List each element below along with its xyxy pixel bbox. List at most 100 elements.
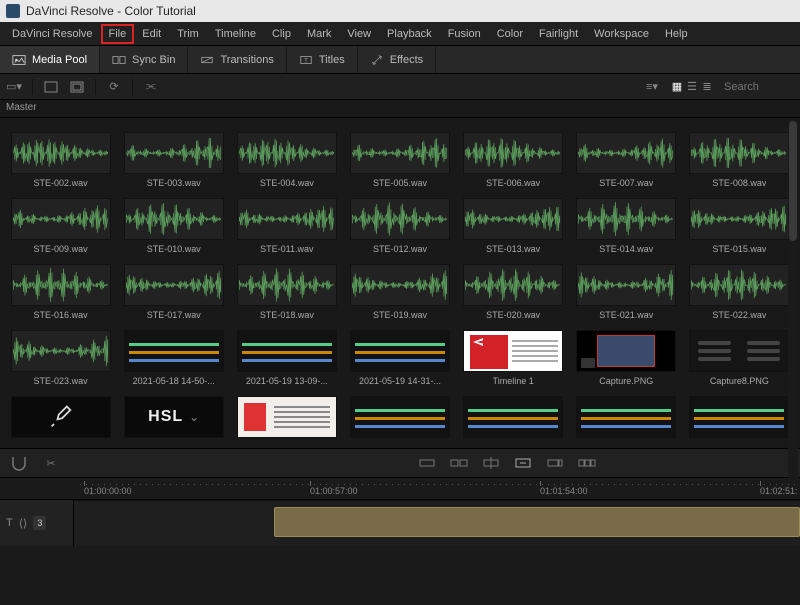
clip-thumbnail[interactable] — [463, 396, 563, 438]
thumbnail-view-icon[interactable]: ▦ — [670, 80, 684, 94]
refresh-icon[interactable]: ⟳ — [106, 79, 122, 95]
menu-workspace[interactable]: Workspace — [586, 24, 657, 44]
media-clip[interactable]: HSL⌄ — [123, 396, 224, 442]
clip-thumbnail[interactable] — [576, 330, 676, 372]
clip-thumbnail[interactable] — [11, 330, 111, 372]
media-clip[interactable]: STE-021.wav — [576, 264, 677, 320]
clip-thumbnail[interactable] — [350, 330, 450, 372]
clip-thumbnail[interactable] — [350, 132, 450, 174]
insert-clip-icon[interactable] — [418, 454, 436, 472]
clip-thumbnail[interactable] — [124, 330, 224, 372]
media-clip[interactable]: STE-022.wav — [689, 264, 790, 320]
media-clip[interactable]: STE-007.wav — [576, 132, 677, 188]
clip-thumbnail[interactable] — [11, 132, 111, 174]
clip-thumbnail[interactable] — [124, 132, 224, 174]
menu-view[interactable]: View — [339, 24, 379, 44]
import-folder-icon[interactable] — [69, 79, 85, 95]
breadcrumb[interactable]: Master — [0, 100, 800, 118]
menu-mark[interactable]: Mark — [299, 24, 339, 44]
append-clip-icon[interactable] — [546, 454, 564, 472]
clip-thumbnail[interactable] — [689, 396, 789, 438]
ripple-clip-icon[interactable] — [578, 454, 596, 472]
media-clip[interactable]: STE-023.wav — [10, 330, 111, 386]
clip-thumbnail[interactable] — [11, 396, 111, 438]
clip-thumbnail[interactable] — [350, 396, 450, 438]
media-clip[interactable] — [349, 396, 450, 442]
media-clip[interactable]: STE-014.wav — [576, 198, 677, 254]
tab-titles[interactable]: TTitles — [287, 46, 358, 73]
list-view-icon[interactable]: ≣ — [700, 80, 714, 94]
menu-playback[interactable]: Playback — [379, 24, 440, 44]
link-icon[interactable]: ⫘ — [143, 79, 159, 95]
clip-thumbnail[interactable] — [576, 264, 676, 306]
fit-clip-icon[interactable] — [514, 454, 532, 472]
media-clip[interactable]: STE-018.wav — [236, 264, 337, 320]
clip-thumbnail[interactable] — [463, 198, 563, 240]
media-clip[interactable]: Capture8.PNG — [689, 330, 790, 386]
clip-thumbnail[interactable] — [689, 264, 789, 306]
timeline-clip[interactable] — [274, 507, 800, 537]
media-clip[interactable]: STE-019.wav — [349, 264, 450, 320]
sort-icon[interactable]: ≡▾ — [644, 79, 660, 95]
clip-thumbnail[interactable] — [11, 198, 111, 240]
media-clip[interactable]: STE-008.wav — [689, 132, 790, 188]
media-clip[interactable]: STE-012.wav — [349, 198, 450, 254]
menu-clip[interactable]: Clip — [264, 24, 299, 44]
media-clip[interactable] — [236, 396, 337, 442]
media-clip[interactable]: STE-016.wav — [10, 264, 111, 320]
clip-thumbnail[interactable] — [576, 396, 676, 438]
clip-thumbnail[interactable] — [237, 396, 337, 438]
clip-thumbnail[interactable] — [689, 198, 789, 240]
media-clip[interactable] — [689, 396, 790, 442]
media-clip[interactable]: Capture.PNG — [576, 330, 677, 386]
timeline-ruler[interactable]: 01:00:00:0001:00:57:0001:01:54:0001:02:5… — [0, 478, 800, 500]
media-clip[interactable]: STE-004.wav — [236, 132, 337, 188]
media-clip[interactable] — [10, 396, 111, 442]
media-clip[interactable]: STE-005.wav — [349, 132, 450, 188]
clip-thumbnail[interactable] — [689, 330, 789, 372]
menu-edit[interactable]: Edit — [134, 24, 169, 44]
clip-thumbnail[interactable] — [11, 264, 111, 306]
track-header[interactable]: T ⟨⟩ 3 — [0, 500, 74, 546]
media-clip[interactable]: STE-015.wav — [689, 198, 790, 254]
strip-view-icon[interactable]: ☰ — [685, 80, 699, 94]
clip-thumbnail[interactable]: HSL⌄ — [124, 396, 224, 438]
menu-davinci-resolve[interactable]: DaVinci Resolve — [4, 24, 101, 44]
media-clip[interactable]: STE-003.wav — [123, 132, 224, 188]
media-clip[interactable]: STE-006.wav — [463, 132, 564, 188]
clip-thumbnail[interactable] — [237, 132, 337, 174]
media-clip[interactable]: Timeline 1 — [463, 330, 564, 386]
clip-thumbnail[interactable] — [576, 198, 676, 240]
breadcrumb-item[interactable]: Master — [6, 102, 37, 113]
menu-file[interactable]: File — [101, 24, 135, 44]
tab-effects[interactable]: Effects — [358, 46, 436, 73]
clip-thumbnail[interactable] — [463, 132, 563, 174]
search-input[interactable] — [724, 81, 794, 93]
clip-thumbnail[interactable] — [350, 198, 450, 240]
clip-thumbnail[interactable] — [124, 264, 224, 306]
tab-media-pool[interactable]: Media Pool — [0, 46, 100, 73]
media-clip[interactable]: STE-011.wav — [236, 198, 337, 254]
clip-thumbnail[interactable] — [463, 330, 563, 372]
menu-help[interactable]: Help — [657, 24, 696, 44]
scrollbar[interactable] — [788, 120, 798, 480]
import-icon[interactable] — [43, 79, 59, 95]
clip-thumbnail[interactable] — [237, 198, 337, 240]
menu-fairlight[interactable]: Fairlight — [531, 24, 586, 44]
marker-tool-icon[interactable]: ⟨⟩ — [19, 517, 28, 530]
clip-thumbnail[interactable] — [237, 264, 337, 306]
clip-thumbnail[interactable] — [237, 330, 337, 372]
media-clip[interactable] — [463, 396, 564, 442]
clip-thumbnail[interactable] — [463, 264, 563, 306]
media-clip[interactable]: STE-009.wav — [10, 198, 111, 254]
clip-thumbnail[interactable] — [350, 264, 450, 306]
media-clip[interactable]: 2021-05-18 14-50-... — [123, 330, 224, 386]
tab-transitions[interactable]: Transitions — [188, 46, 286, 73]
media-clip[interactable]: STE-020.wav — [463, 264, 564, 320]
clip-thumbnail[interactable] — [576, 132, 676, 174]
list-dropdown-icon[interactable]: ▭▾ — [6, 79, 22, 95]
magnet-icon[interactable] — [10, 454, 28, 472]
text-tool-icon[interactable]: T — [6, 517, 13, 529]
media-clip[interactable] — [576, 396, 677, 442]
menu-color[interactable]: Color — [489, 24, 531, 44]
